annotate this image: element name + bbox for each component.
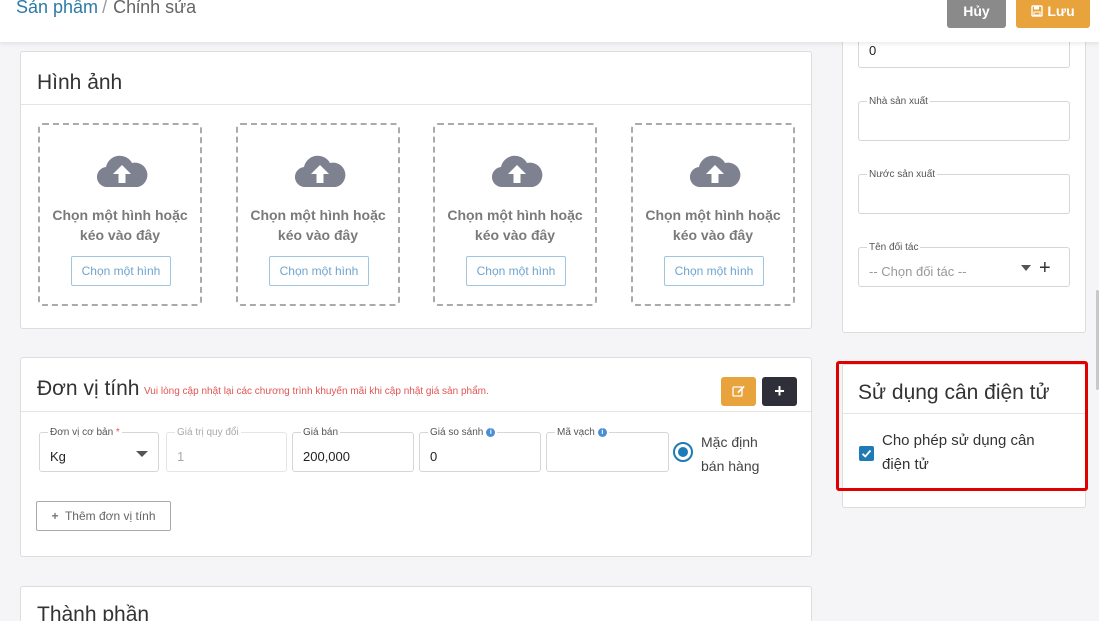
cloud-upload-icon bbox=[96, 155, 148, 188]
price-input[interactable]: Giá bán 200,000 bbox=[292, 427, 414, 472]
allow-scale-checkbox[interactable] bbox=[859, 446, 874, 461]
partner-label: Tên đối tác bbox=[867, 242, 921, 253]
partner-select[interactable]: Tên đối tác -- Chọn đối tác -- + bbox=[858, 242, 1070, 287]
divider bbox=[21, 104, 811, 105]
base-unit-label: Đơn vị cơ bản * bbox=[48, 427, 122, 438]
default-sale-label: Mặc định bán hàng bbox=[701, 434, 760, 474]
barcode-input[interactable]: Mã vạch i bbox=[546, 427, 669, 472]
info-icon: i bbox=[486, 428, 496, 437]
cancel-button[interactable]: Hủy bbox=[947, 0, 1006, 28]
add-unit-button[interactable]: + Thêm đơn vị tính bbox=[36, 501, 171, 531]
country-label: Nước sản xuất bbox=[867, 169, 938, 180]
price-label: Giá bán bbox=[301, 427, 341, 438]
add-partner-plus-icon[interactable]: + bbox=[1039, 258, 1051, 278]
cloud-upload-icon bbox=[294, 155, 346, 188]
choose-image-button[interactable]: Chọn một hình bbox=[269, 256, 369, 286]
compare-price-input[interactable]: Giá so sánh i 0 bbox=[419, 427, 541, 472]
images-card: Hình ảnh Chọn một hình hoặc kéo vào đây … bbox=[20, 51, 812, 329]
unit-card: Đơn vị tính Vui lòng cập nhật lại các ch… bbox=[20, 357, 812, 557]
base-unit-value: Kg bbox=[50, 449, 66, 464]
divider bbox=[843, 413, 1085, 414]
barcode-label: Mã vạch i bbox=[555, 427, 609, 438]
edit-unit-button[interactable] bbox=[721, 377, 756, 406]
ingredients-title: Thành phần bbox=[37, 603, 150, 621]
dropzone-text: Chọn một hình hoặc kéo vào đây bbox=[645, 207, 781, 243]
top-number-value: 0 bbox=[869, 43, 877, 58]
compare-price-value: 0 bbox=[430, 449, 438, 464]
conversion-value: 1 bbox=[177, 449, 185, 464]
unit-title: Đơn vị tính bbox=[37, 377, 140, 400]
image-dropzone-3[interactable]: Chọn một hình hoặc kéo vào đây Chọn một … bbox=[433, 123, 597, 306]
breadcrumb-separator: / bbox=[102, 0, 108, 17]
required-mark: * bbox=[115, 427, 120, 438]
save-button[interactable]: Lưu bbox=[1016, 0, 1090, 28]
cloud-upload-icon bbox=[491, 155, 543, 188]
image-dropzone-2[interactable]: Chọn một hình hoặc kéo vào đây Chọn một … bbox=[236, 123, 400, 306]
floppy-disk-icon bbox=[1031, 5, 1044, 17]
plus-icon: + bbox=[51, 509, 59, 523]
plus-icon: + bbox=[774, 381, 785, 401]
add-unit-label: Thêm đơn vị tính bbox=[64, 509, 156, 523]
choose-image-button[interactable]: Chọn một hình bbox=[664, 256, 764, 286]
base-unit-select[interactable]: Đơn vị cơ bản * Kg bbox=[39, 427, 159, 472]
breadcrumb-products-link[interactable]: Sản phẩm bbox=[16, 0, 98, 17]
default-sale-radio[interactable] bbox=[673, 442, 693, 462]
breadcrumb: Sản phẩm / Chỉnh sửa bbox=[16, 0, 196, 18]
compare-price-label: Giá so sánh i bbox=[428, 427, 498, 438]
top-header: Sản phẩm / Chỉnh sửa Hủy Lưu bbox=[0, 0, 1099, 42]
dropzone-text: Chọn một hình hoặc kéo vào đây bbox=[447, 207, 583, 243]
manufacturer-input[interactable]: Nhà sản xuất bbox=[858, 96, 1070, 141]
checkmark-icon bbox=[861, 449, 872, 458]
country-input[interactable]: Nước sản xuất bbox=[858, 169, 1070, 214]
manufacturer-label: Nhà sản xuất bbox=[867, 96, 930, 107]
save-button-label: Lưu bbox=[1047, 3, 1075, 19]
allow-scale-label: Cho phép sử dụng cân điện tử bbox=[882, 432, 1035, 473]
edit-icon bbox=[732, 385, 745, 397]
conversion-label: Giá trị quy đổi bbox=[175, 427, 241, 438]
divider bbox=[21, 411, 811, 412]
dropzone-text: Chọn một hình hoặc kéo vào đây bbox=[250, 207, 386, 243]
conversion-value-field: Giá trị quy đổi 1 bbox=[166, 427, 287, 472]
chevron-down-icon bbox=[136, 451, 148, 457]
info-icon: i bbox=[597, 428, 607, 437]
cloud-upload-icon bbox=[689, 155, 741, 188]
partner-placeholder: -- Chọn đối tác -- bbox=[869, 264, 967, 279]
choose-image-button[interactable]: Chọn một hình bbox=[466, 256, 566, 286]
price-value: 200,000 bbox=[303, 449, 350, 464]
product-info-card: 0 Nhà sản xuất Nước sản xuất Tên đối tác… bbox=[842, 20, 1086, 333]
chevron-down-icon bbox=[1021, 265, 1031, 271]
images-title: Hình ảnh bbox=[37, 71, 123, 94]
choose-image-button[interactable]: Chọn một hình bbox=[71, 256, 171, 286]
add-unit-plus-button[interactable]: + bbox=[762, 377, 797, 406]
price-update-warning: Vui lòng cập nhật lại các chương trình k… bbox=[144, 386, 489, 397]
electronic-scale-card: Sử dụng cân điện tử Cho phép sử dụng cân… bbox=[842, 364, 1086, 508]
image-dropzone-4[interactable]: Chọn một hình hoặc kéo vào đây Chọn một … bbox=[631, 123, 795, 306]
ingredients-card: Thành phần bbox=[20, 586, 812, 621]
breadcrumb-current: Chỉnh sửa bbox=[113, 0, 197, 17]
dropzone-text: Chọn một hình hoặc kéo vào đây bbox=[52, 207, 188, 243]
scale-title: Sử dụng cân điện tử bbox=[858, 381, 1050, 404]
image-dropzone-1[interactable]: Chọn một hình hoặc kéo vào đây Chọn một … bbox=[38, 123, 202, 306]
